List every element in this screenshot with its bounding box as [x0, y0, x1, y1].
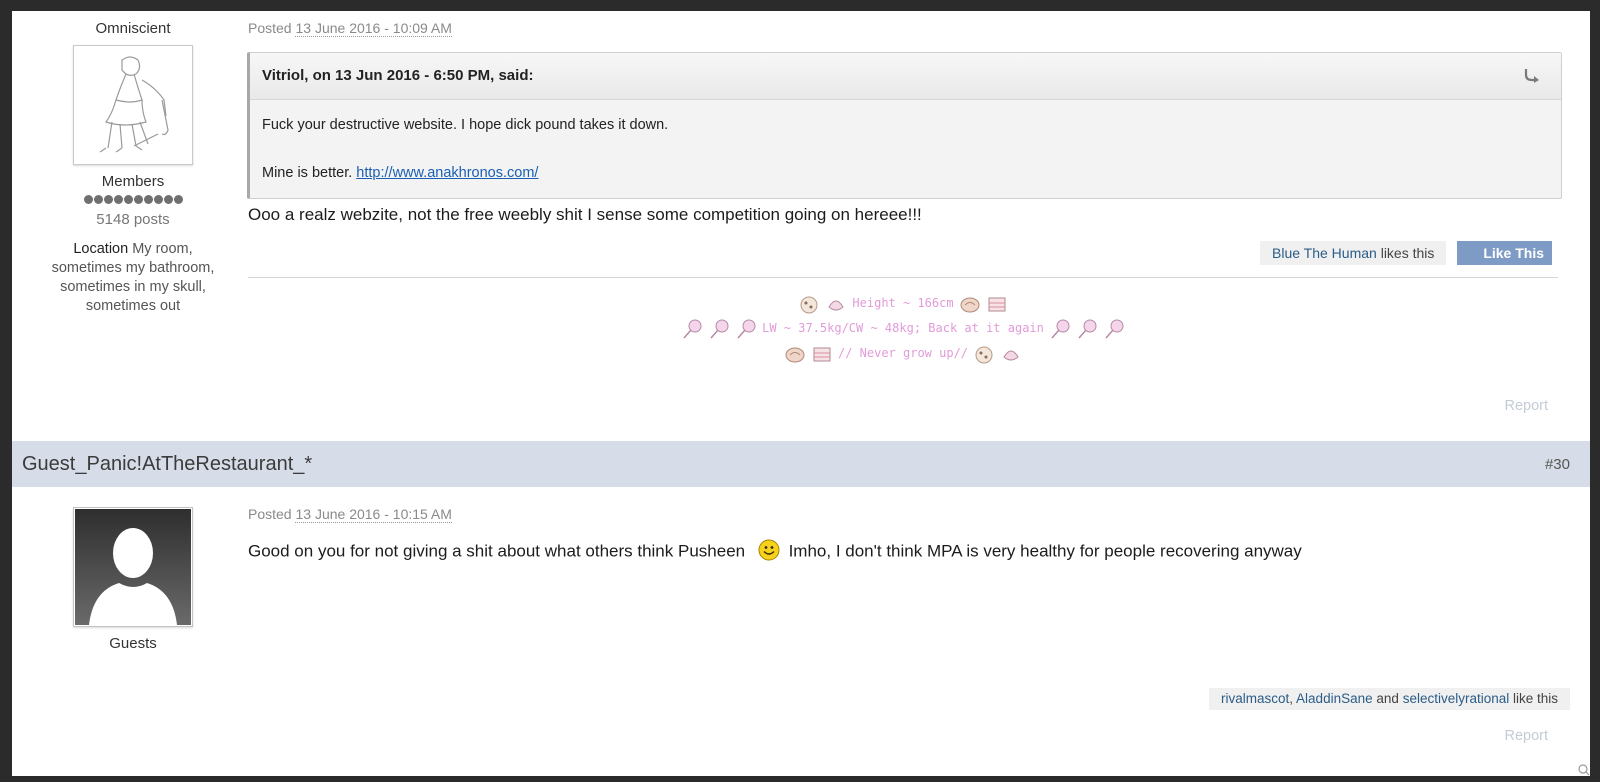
posted-label: Posted [248, 20, 292, 36]
post2-header: Guest_Panic!AtTheRestaurant_* #30 [12, 441, 1590, 487]
smiley-icon [758, 539, 780, 561]
quote-text: Mine is better. [262, 165, 353, 181]
post-text-before: Good on you for not giving a shit about … [248, 541, 746, 561]
rank-pip-icon [113, 195, 123, 204]
quoted-link[interactable]: http://www.anakhronos.com/ [356, 165, 538, 181]
cookie-icon [785, 347, 805, 362]
author-location: Location My room, sometimes my bathroom,… [36, 240, 230, 316]
user-signature: Height ~ 166cm LW ~ 37.5kg/CW ~ 48kg; Ba… [248, 291, 1558, 366]
resize-handle-icon [1578, 764, 1590, 776]
rank-pip-icon [83, 195, 93, 204]
sketch-avatar-icon [99, 56, 169, 153]
signature-height: Height ~ 166cm [852, 296, 954, 310]
quote-citation: Vitriol, on 13 Jun 2016 - 6:50 PM, said: [262, 67, 534, 84]
post2-body: Good on you for not giving a shit about … [248, 539, 1302, 563]
cookie-icon [800, 296, 818, 313]
lollipop-icon [1105, 319, 1124, 338]
avatar[interactable] [73, 45, 193, 165]
rank-pip-icon [163, 195, 173, 204]
lollipop-icon [737, 319, 756, 338]
signature-line: // Never grow up// [248, 341, 1558, 366]
post2-meta: Posted 13 June 2016 - 10:15 AM [248, 506, 452, 523]
likes-suffix: like this [1513, 691, 1559, 706]
strawberry-cake-icon [988, 297, 1006, 311]
post-date[interactable]: 13 June 2016 - 10:09 AM [295, 20, 452, 37]
post-number-link[interactable]: #30 [1545, 456, 1570, 473]
cookie-icon [975, 346, 993, 363]
rank-pip-icon [153, 195, 163, 204]
quote-body: Fuck your destructive website. I hope di… [250, 100, 1561, 198]
lollipop-icon [1051, 319, 1070, 338]
quote-header: Vitriol, on 13 Jun 2016 - 6:50 PM, said: [250, 53, 1561, 100]
pastry-icon [828, 300, 845, 310]
rank-pip-icon [133, 195, 143, 204]
rank-pip-icon [143, 195, 153, 204]
member-group: Members [101, 173, 165, 190]
rank-pip-icon [123, 195, 133, 204]
liker-link[interactable]: AladdinSane [1296, 691, 1373, 706]
liker-link[interactable]: selectivelyrational [1403, 691, 1510, 706]
report-link[interactable]: Report [1504, 398, 1548, 414]
cookie-icon [960, 297, 980, 312]
likes-suffix: likes this [1380, 245, 1435, 261]
post1-body: Ooo a realz webzite, not the free weebly… [248, 205, 922, 224]
signature-weight: LW ~ 37.5kg/CW ~ 48kg; Back at it again [762, 321, 1044, 335]
location-label: Location [73, 241, 129, 257]
lollipop-icon [683, 319, 702, 338]
like-this-button[interactable]: Like This [1457, 241, 1552, 265]
guest-avatar-icon [75, 509, 191, 625]
signature-line: Height ~ 166cm [248, 291, 1558, 316]
rank-pip-icon [173, 195, 183, 204]
post-date[interactable]: 13 June 2016 - 10:15 AM [295, 506, 452, 523]
lollipop-icon [710, 319, 729, 338]
pastry-icon [1003, 350, 1019, 360]
member-group: Guests [109, 635, 157, 652]
post1-author-panel: Omniscient Members 5148 posts Location M… [36, 11, 230, 316]
signature-line: LW ~ 37.5kg/CW ~ 48kg; Back at it again [248, 316, 1558, 341]
strawberry-cake-icon [813, 347, 831, 361]
rank-pip-icon [93, 195, 103, 204]
signature-divider [248, 277, 1558, 278]
lollipop-icon [1078, 319, 1097, 338]
liker-link[interactable]: Blue The Human [1272, 245, 1377, 261]
likes-separator: , [1289, 691, 1294, 706]
post-author-name[interactable]: Guest_Panic!AtTheRestaurant_* [22, 453, 312, 476]
likes-and: and [1376, 691, 1399, 706]
post-text-after: Imho, I don't think MPA is very healthy … [788, 541, 1302, 561]
signature-motto: // Never grow up// [837, 346, 969, 360]
reply-arrow-icon[interactable] [1523, 67, 1541, 83]
quote-line-link: Mine is better. http://www.anakhronos.co… [262, 161, 1549, 185]
likes-summary: rivalmascot, AladdinSane and selectively… [1209, 688, 1571, 710]
post1-meta: Posted 13 June 2016 - 10:09 AM [248, 20, 452, 37]
rank-pip-icon [103, 195, 113, 204]
likes-summary: Blue The Human likes this [1260, 241, 1447, 265]
avatar[interactable] [73, 507, 193, 627]
forum-page: Omniscient Members 5148 posts Location M… [12, 11, 1590, 776]
quote-line: Fuck your destructive website. I hope di… [262, 117, 669, 133]
member-rank-title: Omniscient [95, 20, 171, 37]
post-count: 5148 posts [96, 211, 170, 228]
quote-block: Vitriol, on 13 Jun 2016 - 6:50 PM, said:… [247, 52, 1562, 199]
reputation-pips [36, 195, 230, 205]
report-link[interactable]: Report [1504, 728, 1548, 744]
posted-label: Posted [248, 506, 292, 522]
post2-author-panel: Guests [36, 494, 230, 652]
liker-link[interactable]: rivalmascot [1221, 691, 1289, 706]
